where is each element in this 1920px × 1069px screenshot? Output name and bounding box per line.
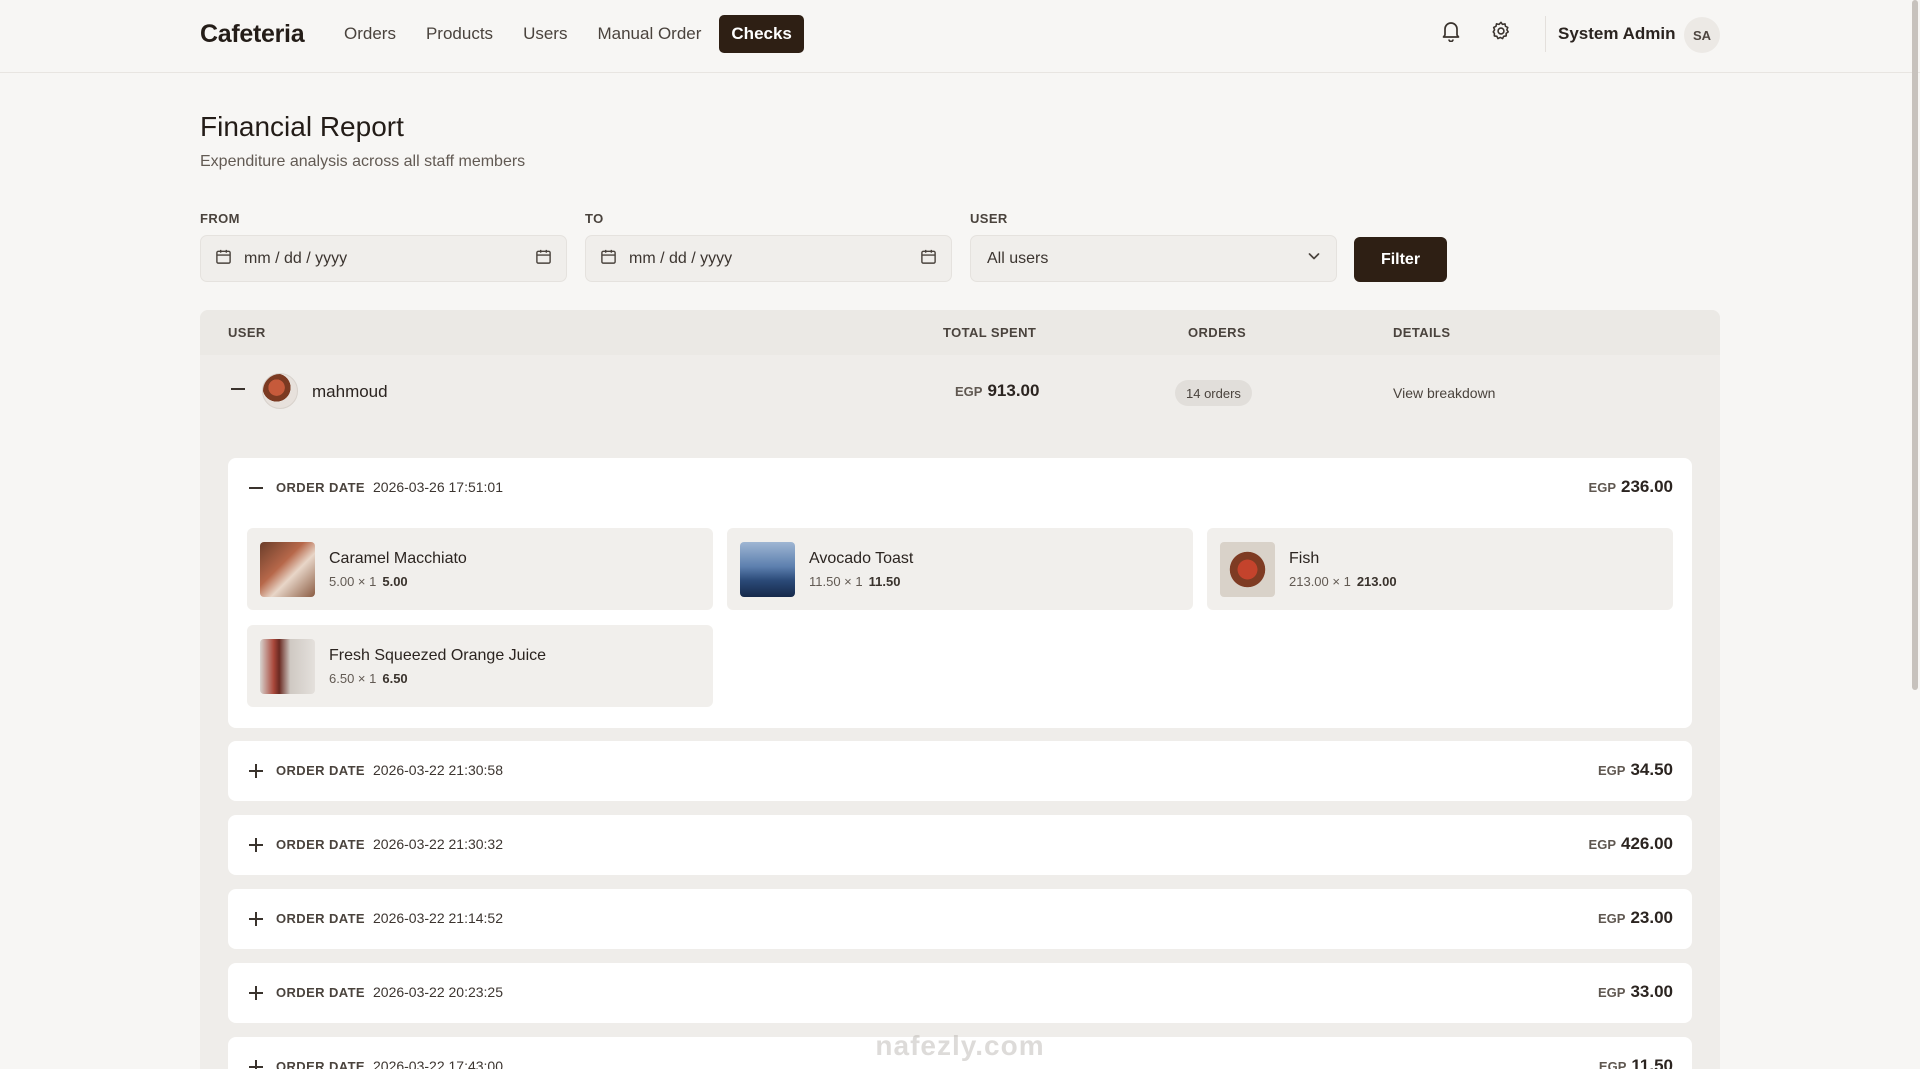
collapse-icon[interactable] xyxy=(249,481,263,495)
item-quantity: 213.00 × 1 213.00 xyxy=(1289,574,1397,589)
orders-count-badge: 14 orders xyxy=(1175,380,1252,406)
bell-icon[interactable] xyxy=(1438,18,1464,44)
order-date-label: ORDER DATE xyxy=(276,985,365,1000)
calendar-icon xyxy=(600,248,617,270)
order-header[interactable]: ORDER DATE 2026-03-22 20:23:25 EGP 33.00 xyxy=(228,963,1692,1023)
product-image xyxy=(260,639,315,694)
from-date-placeholder: mm / dd / yyyy xyxy=(244,249,348,267)
current-user-name[interactable]: System Admin xyxy=(1558,24,1675,44)
expand-icon[interactable] xyxy=(249,838,263,852)
to-date-placeholder: mm / dd / yyyy xyxy=(629,249,733,267)
nav-users[interactable]: Users xyxy=(511,15,579,53)
item-name: Avocado Toast xyxy=(809,550,914,567)
nav-manual-order[interactable]: Manual Order xyxy=(585,15,713,53)
order-date: 2026-03-22 21:30:32 xyxy=(373,836,503,852)
to-date-input[interactable]: mm / dd / yyyy xyxy=(585,235,952,282)
order-card[interactable]: ORDER DATE 2026-03-22 21:30:58 EGP 34.50 xyxy=(228,741,1692,801)
filter-button[interactable]: Filter xyxy=(1354,237,1447,282)
from-label: FROM xyxy=(200,211,240,226)
main-nav: Orders Products Users Manual Order Check… xyxy=(332,15,804,53)
order-date-label: ORDER DATE xyxy=(276,1059,365,1069)
expand-icon[interactable] xyxy=(249,1060,263,1069)
watermark-text: nafezly.com xyxy=(875,1030,1045,1061)
calendar-picker-icon[interactable] xyxy=(535,248,552,270)
page-scrollbar[interactable] xyxy=(1912,0,1918,690)
order-amount: EGP 23.00 xyxy=(1597,908,1673,927)
order-date: 2026-03-22 17:43:00 xyxy=(373,1058,503,1069)
col-total-spent: TOTAL SPENT xyxy=(943,325,1037,340)
item-name: Fresh Squeezed Orange Juice xyxy=(329,647,547,664)
order-header[interactable]: ORDER DATE 2026-03-22 21:30:58 EGP 34.50 xyxy=(228,741,1692,801)
order-card-expanded: ORDER DATE 2026-03-26 17:51:01 EGP 236.00… xyxy=(228,458,1692,728)
order-amount: EGP 34.50 xyxy=(1597,760,1673,779)
header-divider xyxy=(1545,16,1546,52)
order-date-label: ORDER DATE xyxy=(276,837,365,852)
nav-orders[interactable]: Orders xyxy=(332,15,408,53)
user-select[interactable]: All users xyxy=(970,235,1337,282)
item-name: Fish xyxy=(1289,550,1320,567)
item-quantity: 6.50 × 1 6.50 xyxy=(329,671,408,686)
order-item: Fresh Squeezed Orange Juice 6.50 × 1 6.50 xyxy=(247,625,713,707)
currency-label: EGP xyxy=(955,384,983,399)
order-header[interactable]: ORDER DATE 2026-03-26 17:51:01 EGP 236.00 xyxy=(228,458,1692,518)
page-subtitle: Expenditure analysis across all staff me… xyxy=(200,153,526,170)
expand-icon[interactable] xyxy=(249,986,263,1000)
order-item: Avocado Toast 11.50 × 1 11.50 xyxy=(727,528,1193,610)
user-avatar[interactable]: SA xyxy=(1684,17,1720,53)
order-header[interactable]: ORDER DATE 2026-03-22 21:14:52 EGP 23.00 xyxy=(228,889,1692,949)
calendar-icon xyxy=(215,248,232,270)
calendar-picker-icon[interactable] xyxy=(920,248,937,270)
order-date: 2026-03-22 21:30:58 xyxy=(373,762,503,778)
row-total-spent: EGP 913.00 xyxy=(955,381,1039,401)
to-label: TO xyxy=(585,211,604,226)
item-quantity: 5.00 × 1 5.00 xyxy=(329,574,408,589)
top-navbar: Cafeteria Orders Products Users Manual O… xyxy=(0,0,1920,73)
order-date-label: ORDER DATE xyxy=(276,763,365,778)
order-date: 2026-03-22 21:14:52 xyxy=(373,910,503,926)
expand-icon[interactable] xyxy=(249,764,263,778)
product-image xyxy=(260,542,315,597)
order-date-label: ORDER DATE xyxy=(276,480,365,495)
brand-logo[interactable]: Cafeteria xyxy=(200,20,305,49)
order-amount: EGP 426.00 xyxy=(1588,834,1673,853)
item-quantity: 11.50 × 1 11.50 xyxy=(809,574,901,589)
gear-icon[interactable] xyxy=(1488,18,1514,44)
order-date-label: ORDER DATE xyxy=(276,911,365,926)
user-select-value: All users xyxy=(987,249,1049,267)
nav-checks[interactable]: Checks xyxy=(719,15,804,53)
report-table: USER TOTAL SPENT ORDERS DETAILS mahmoud … xyxy=(200,310,1720,1069)
item-name: Caramel Macchiato xyxy=(329,550,467,567)
expand-icon[interactable] xyxy=(249,912,263,926)
order-amount: EGP 236.00 xyxy=(1588,477,1673,496)
order-header[interactable]: ORDER DATE 2026-03-22 21:30:32 EGP 426.00 xyxy=(228,815,1692,875)
order-item: Fish 213.00 × 1 213.00 xyxy=(1207,528,1673,610)
user-label: USER xyxy=(970,211,1008,226)
product-image xyxy=(1220,542,1275,597)
table-row[interactable]: mahmoud EGP 913.00 14 orders View breakdo… xyxy=(200,355,1720,425)
collapse-row-icon[interactable] xyxy=(231,388,245,390)
order-date: 2026-03-22 20:23:25 xyxy=(373,984,503,1000)
page-title: Financial Report xyxy=(200,111,404,142)
table-header: USER TOTAL SPENT ORDERS DETAILS xyxy=(200,310,1720,355)
view-breakdown-link[interactable]: View breakdown xyxy=(1393,385,1495,401)
product-image xyxy=(740,542,795,597)
order-card[interactable]: ORDER DATE 2026-03-22 21:30:32 EGP 426.00 xyxy=(228,815,1692,875)
order-card[interactable]: ORDER DATE 2026-03-22 21:14:52 EGP 23.00 xyxy=(228,889,1692,949)
row-user-name: mahmoud xyxy=(312,382,388,401)
col-details: DETAILS xyxy=(1393,325,1451,340)
order-amount: EGP 11.50 xyxy=(1598,1056,1673,1069)
nav-products[interactable]: Products xyxy=(414,15,505,53)
col-orders: ORDERS xyxy=(1188,325,1247,340)
total-amount: 913.00 xyxy=(987,381,1040,400)
from-date-input[interactable]: mm / dd / yyyy xyxy=(200,235,567,282)
col-user: USER xyxy=(228,325,266,340)
order-item: Caramel Macchiato 5.00 × 1 5.00 xyxy=(247,528,713,610)
order-card[interactable]: ORDER DATE 2026-03-22 20:23:25 EGP 33.00 xyxy=(228,963,1692,1023)
avatar xyxy=(262,373,298,409)
order-date: 2026-03-26 17:51:01 xyxy=(373,479,503,495)
order-amount: EGP 33.00 xyxy=(1597,982,1673,1001)
chevron-down-icon xyxy=(1306,248,1322,269)
